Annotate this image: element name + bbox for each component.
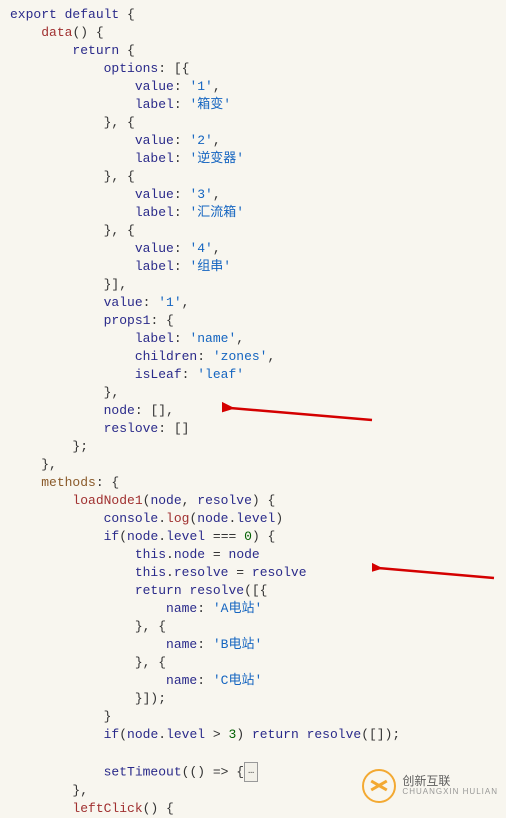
collapsed-marker-icon: …	[244, 762, 258, 782]
watermark: 创新互联 CHUANGXIN HULIAN	[362, 769, 498, 803]
code-block: export default { data() { return { optio…	[10, 6, 496, 818]
watermark-subtitle: CHUANGXIN HULIAN	[402, 788, 498, 797]
watermark-logo-icon	[362, 769, 396, 803]
